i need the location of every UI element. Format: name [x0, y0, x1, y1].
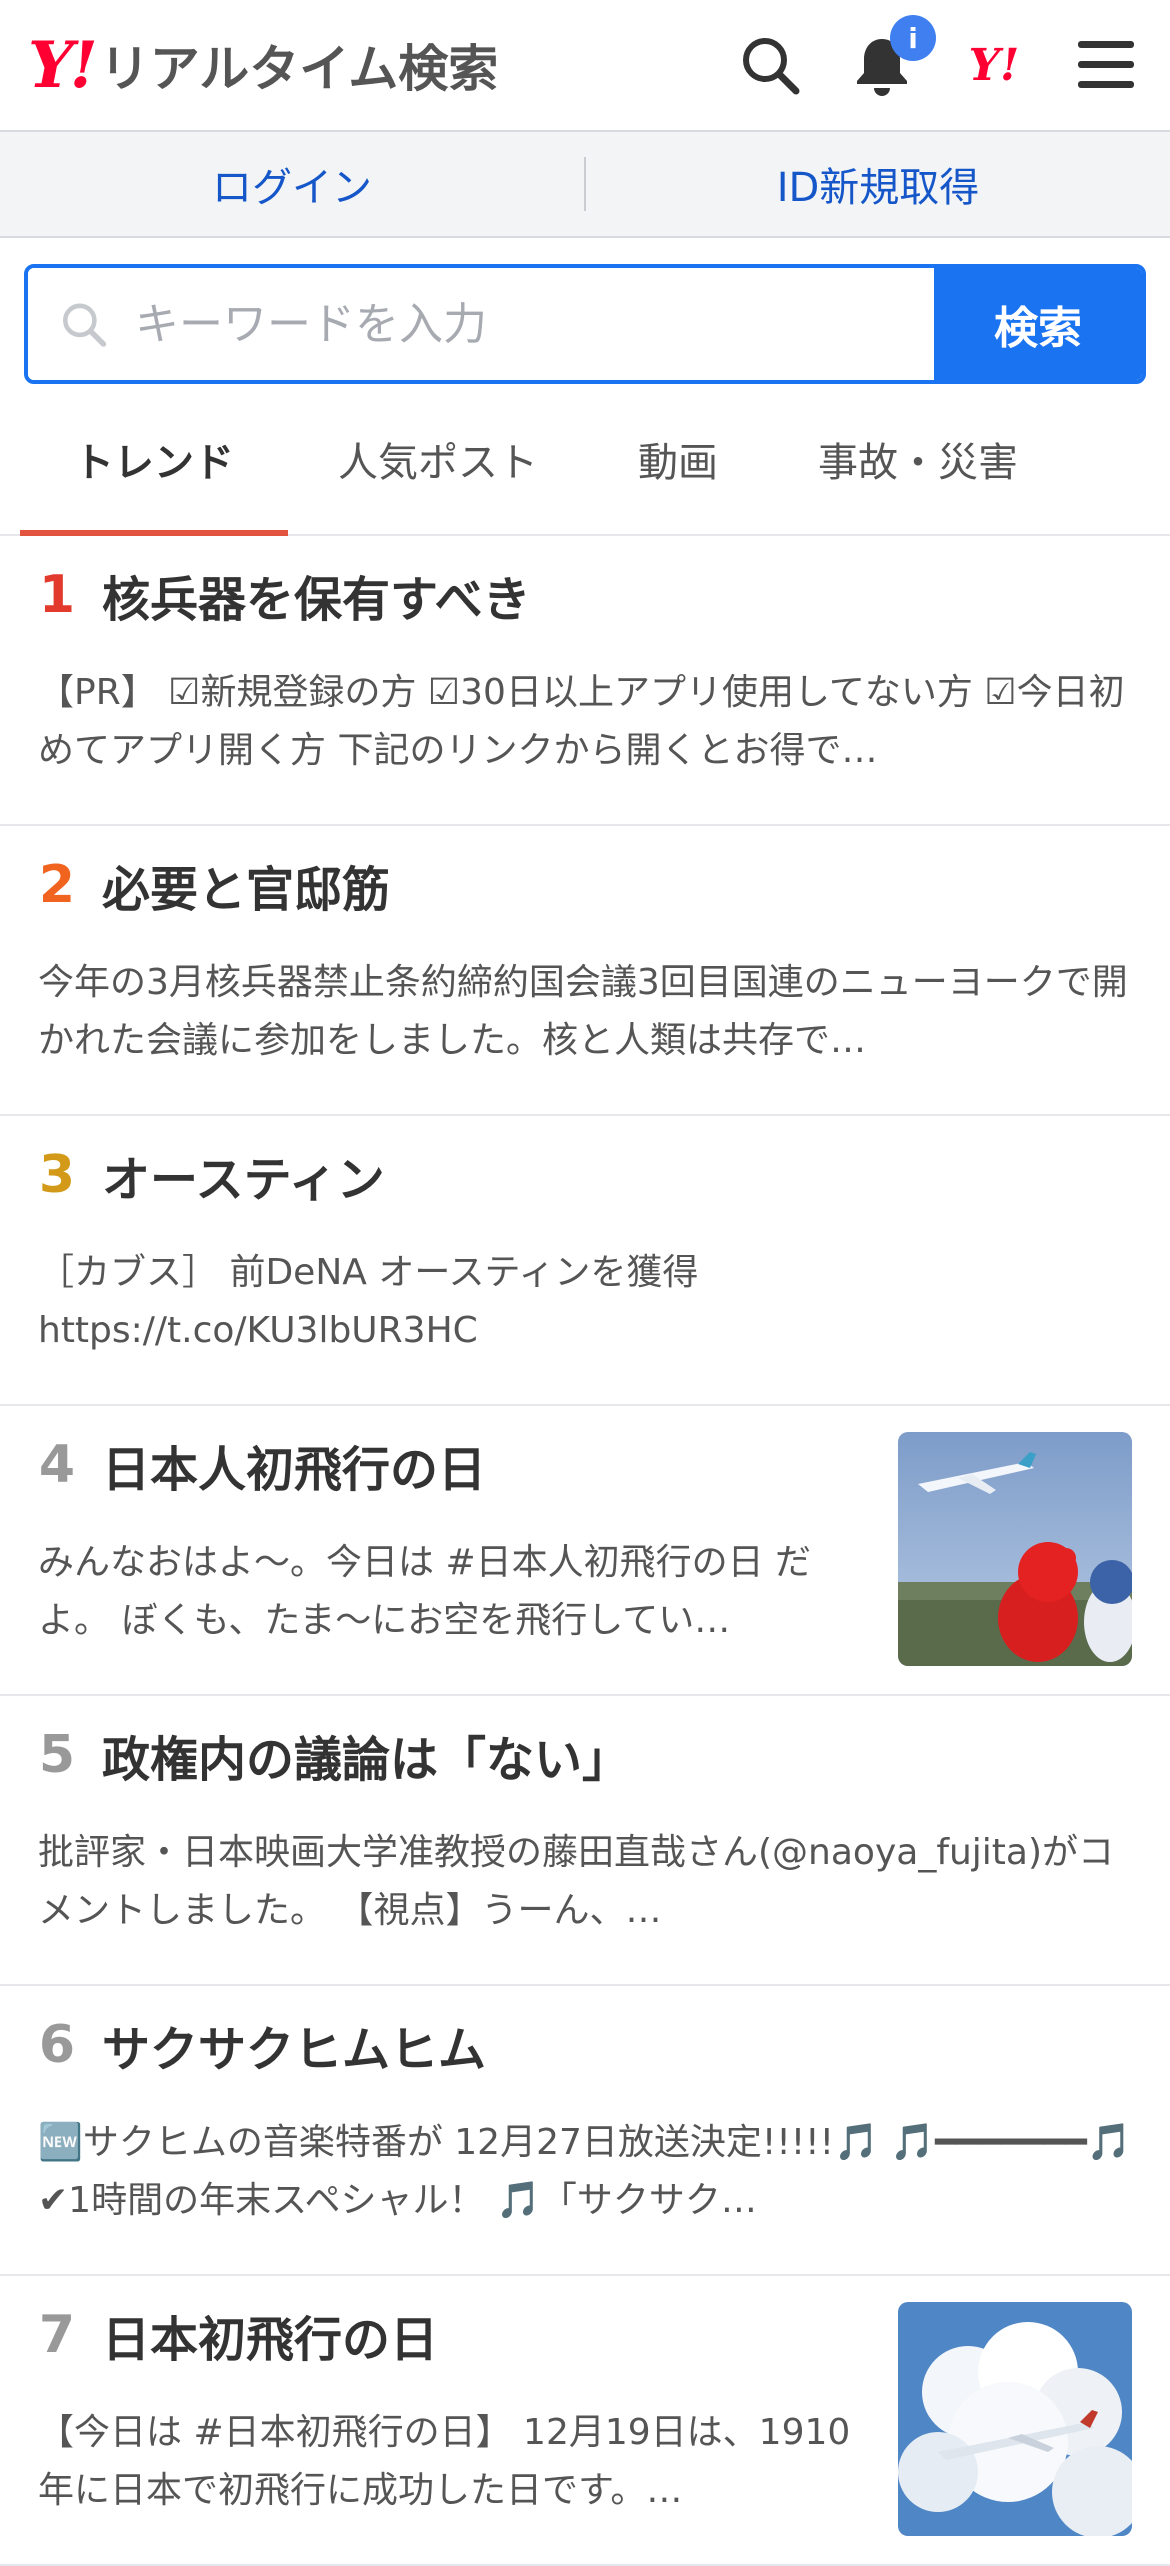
trend-snippet: 【PR】 ☑新規登録の方 ☑30日以上アプリ使用してない方 ☑今日初めてアプリ開… [38, 672, 1125, 771]
search-field-icon [63, 303, 107, 347]
header-actions: i Y! [734, 15, 1142, 101]
trend-rank: 5 [38, 1725, 76, 1785]
tab-trend[interactable]: トレンド [20, 384, 288, 536]
site-title: リアルタイム検索 [99, 40, 499, 98]
tab-videos[interactable]: 動画 [588, 384, 768, 534]
login-link[interactable]: ログイン [0, 155, 584, 213]
trend-item[interactable]: 2 必要と官邸筋 今年の3月核兵器禁止条約締約国会議3回目国連のニューヨークで開… [0, 826, 1170, 1116]
trend-thumbnail[interactable] [898, 2302, 1132, 2536]
notification-badge: i [890, 15, 936, 61]
trend-item[interactable]: 6 サクサクヒムヒム 🆕サクヒムの音楽特番が 12月27日放送決定!!!!!🎵 … [0, 1986, 1170, 2276]
trend-item[interactable]: 3 オースティン ［カブス］ 前DeNA オースティンを獲得 https://t… [0, 1116, 1170, 1406]
trend-title: サクサクヒムヒム [102, 2022, 487, 2078]
search-form: 検索 [24, 264, 1146, 384]
trend-title: 核兵器を保有すべき [102, 572, 531, 628]
trend-item[interactable]: 1 核兵器を保有すべき 【PR】 ☑新規登録の方 ☑30日以上アプリ使用してない… [0, 536, 1170, 826]
trend-rank: 6 [38, 2015, 76, 2075]
trend-item[interactable]: 7 日本初飛行の日 【今日は #日本初飛行の日】 12月19日は、1910年に日… [0, 2276, 1170, 2566]
trend-rank: 7 [38, 2305, 76, 2365]
trend-rank: 3 [38, 1145, 76, 1205]
trend-snippet: 批評家・日本映画大学准教授の藤田直哉さん(@naoya_fujita)がコメント… [38, 1832, 1115, 1931]
trend-snippet: ［カブス］ 前DeNA オースティンを獲得 https://t.co/KU3lb… [38, 1252, 699, 1351]
site-logo[interactable]: Y! リアルタイム検索 [28, 28, 498, 103]
trend-title: 日本初飛行の日 [102, 2312, 439, 2368]
hamburger-menu-icon[interactable] [1070, 29, 1142, 101]
yahoo-logo-mark: Y! [28, 27, 98, 103]
trend-snippet: 今年の3月核兵器禁止条約締約国会議3回目国連のニューヨークで開かれた会議に参加を… [38, 962, 1128, 1061]
search-button[interactable]: 検索 [934, 268, 1142, 380]
search-icon[interactable] [734, 29, 806, 101]
yahoo-corp-logo[interactable]: Y! [958, 29, 1030, 101]
yahoo-corp-mark: Y! [968, 39, 1020, 91]
search-input[interactable] [132, 297, 934, 351]
register-link[interactable]: ID新規取得 [586, 155, 1170, 213]
auth-bar: ログイン ID新規取得 [0, 132, 1170, 238]
trend-item[interactable]: 5 政権内の議論は「ない」 批評家・日本映画大学准教授の藤田直哉さん(@naoy… [0, 1696, 1170, 1986]
trend-title: 日本人初飛行の日 [102, 1442, 487, 1498]
trend-snippet: 【今日は #日本初飛行の日】 12月19日は、1910年に日本で初飛行に成功した… [38, 2412, 851, 2511]
app-header: Y! リアルタイム検索 i Y! [0, 0, 1170, 132]
trend-rank: 1 [38, 565, 76, 625]
category-tabs: トレンド 人気ポスト 動画 事故・災害 [0, 384, 1170, 536]
trend-title: オースティン [102, 1152, 385, 1208]
notification-bell-icon[interactable]: i [846, 15, 936, 101]
trend-title: 必要と官邸筋 [102, 862, 391, 918]
trend-list: 1 核兵器を保有すべき 【PR】 ☑新規登録の方 ☑30日以上アプリ使用してない… [0, 536, 1170, 2566]
trend-item[interactable]: 4 日本人初飛行の日 みんなおはよ〜。今日は #日本人初飛行の日 だよ。 ぼくも… [0, 1406, 1170, 1696]
trend-snippet: 🆕サクヒムの音楽特番が 12月27日放送決定!!!!!🎵 🎵━━━━━━━🎵 ✔… [38, 2122, 1132, 2221]
tab-accidents-disasters[interactable]: 事故・災害 [768, 384, 1068, 534]
trend-rank: 2 [38, 855, 76, 915]
trend-thumbnail[interactable] [898, 1432, 1132, 1666]
search-field [28, 268, 934, 380]
tab-popular-posts[interactable]: 人気ポスト [288, 384, 588, 534]
trend-snippet: みんなおはよ〜。今日は #日本人初飛行の日 だよ。 ぼくも、たま〜にお空を飛行し… [38, 1542, 812, 1641]
trend-title: 政権内の議論は「ない」 [102, 1732, 631, 1788]
trend-rank: 4 [38, 1435, 76, 1495]
